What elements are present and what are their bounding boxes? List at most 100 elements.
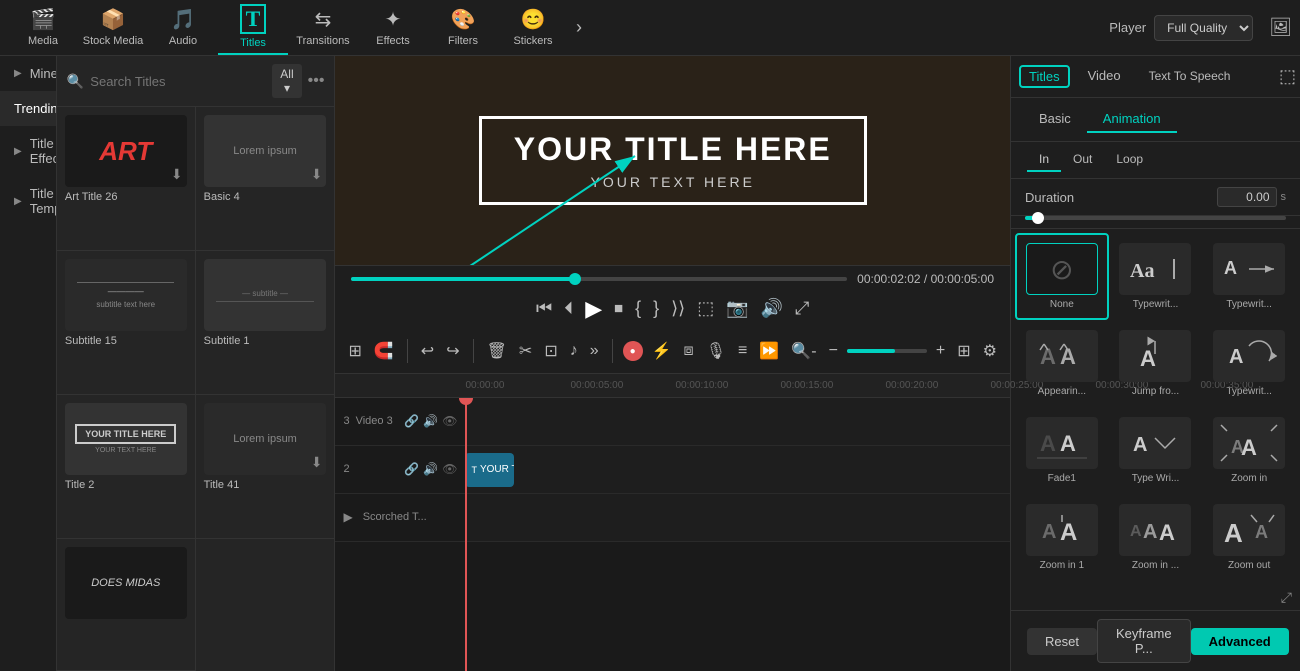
toolbar-more[interactable]: › [568,17,590,38]
frame-back-button[interactable]: ⏴ [564,298,573,319]
title-card-title2[interactable]: YOUR TITLE HERE YOUR TEXT HERE Title 2 [57,395,196,539]
anim-none[interactable]: ⊘ None [1015,233,1109,320]
progress-bar[interactable] [351,277,847,281]
mark-in-button[interactable]: { [635,298,641,319]
screenshot-icon[interactable]: 🖼 [1269,17,1292,38]
reset-button[interactable]: Reset [1027,628,1097,655]
anim-zoom-in-2[interactable]: A A A Zoom in ... [1109,494,1203,581]
timeline-record[interactable]: ● [623,341,643,361]
skip-back-button[interactable]: ⏮ [536,298,552,319]
anim-type-write4[interactable]: A Type Wri... [1109,407,1203,494]
download-icon[interactable]: ⬇ [171,166,183,183]
timeline-add-track[interactable]: ⊞ [345,338,364,364]
expand-icon[interactable]: ⤢ [1281,589,1292,606]
search-input[interactable] [90,74,266,89]
timeline-effects-btn[interactable]: ⚡ [649,338,675,364]
timeline-grid-button[interactable]: ⊞ [954,338,973,364]
anim-zoom-in[interactable]: A A Zoom in [1202,407,1296,494]
zoom-out-button[interactable]: − [826,339,841,363]
timeline-zoom-out-btn[interactable]: 🔍- [788,338,819,364]
anim-fade1[interactable]: A A Fade1 [1015,407,1109,494]
anim-typewrite2[interactable]: A Typewrit... [1202,233,1296,320]
timeline-redo[interactable]: ↪ [443,338,462,364]
timeline-detach[interactable]: ⧈ [681,339,697,363]
sidebar-item-title-templates[interactable]: ▶ Title Templates [0,176,56,226]
sidebar-item-mine[interactable]: ▶ Mine [0,56,56,91]
keyframe-button[interactable]: Keyframe P... [1097,619,1191,663]
timeline-undo[interactable]: ↩ [418,338,437,364]
title-card-subtitle1[interactable]: — subtitle — Subtitle 1 [196,251,335,395]
player-bar: Player Full Quality 🖼 [1109,15,1292,41]
anim-jump-from[interactable]: A Jump fro... [1109,320,1203,407]
play-button[interactable]: ▶ [585,296,602,322]
mark-out-button[interactable]: } [653,298,659,319]
download-icon[interactable]: ⬇ [311,166,323,183]
toolbar-audio[interactable]: 🎵 Audio [148,1,218,55]
title-card-midas[interactable]: DOES MIDAS [57,539,196,671]
anim-appearing[interactable]: A A Appearin... [1015,320,1109,407]
timeline-subtitle[interactable]: ≡ [735,339,750,363]
stop-button[interactable]: ⏹ [614,298,623,319]
snapshot-button[interactable]: 📷 [726,298,748,319]
sidebar-item-trending[interactable]: Trending [0,91,56,126]
playhead[interactable] [465,398,467,671]
duration-slider-track[interactable] [1025,216,1286,220]
tab-text-to-speech[interactable]: Text To Speech [1135,57,1245,97]
duration-input[interactable] [1217,187,1277,207]
sidebar-item-title-effects[interactable]: ▶ Title Effects [0,126,56,176]
text-clip[interactable]: T YOUR TEXT [465,453,514,487]
track-row-video3: 3 Video 3 🔗 🔊 👁 [335,398,1010,446]
audio-button[interactable]: 🔊 [761,298,783,319]
timeline-speed[interactable]: ⏩ [756,338,782,364]
track-link-icon[interactable]: 🔗 [404,414,419,428]
anim-tab-animation[interactable]: Animation [1087,106,1177,133]
track-audio-icon[interactable]: 🔊 [423,462,438,476]
quality-select[interactable]: Full Quality [1154,15,1253,41]
subtab-out[interactable]: Out [1061,148,1104,172]
advanced-button[interactable]: Advanced [1191,628,1289,655]
send-button[interactable]: ⟩⟩ [671,298,685,319]
anim-tab-basic[interactable]: Basic [1023,106,1087,133]
caption-button[interactable]: ⬚ [697,298,714,319]
toolbar-titles[interactable]: T Titles [218,1,288,55]
timeline-voice[interactable]: 🎙 [703,338,729,364]
track-eye-icon[interactable]: 👁 [442,462,457,476]
panel-more-button[interactable]: ••• [308,72,325,90]
title-card-art26[interactable]: ART ⬇ Art Title 26 [57,107,196,251]
track-audio-icon[interactable]: 🔊 [423,414,438,428]
tab-video[interactable]: Video [1074,56,1135,97]
anim-typewrite3[interactable]: A Typewrit... [1202,320,1296,407]
toolbar-stock-media[interactable]: 📦 Stock Media [78,1,148,55]
toolbar-stickers[interactable]: 😊 Stickers [498,1,568,55]
timeline-split[interactable]: ✂ [516,338,535,364]
timeline-magnet[interactable]: 🧲 [371,338,397,364]
toolbar-filters[interactable]: 🎨 Filters [428,1,498,55]
toolbar-effects[interactable]: ✦ Effects [358,1,428,55]
tab-titles[interactable]: Titles [1019,65,1070,88]
title-card-subtitle15[interactable]: ———— subtitle text here Subtitle 15 [57,251,196,395]
track-link-icon[interactable]: 🔗 [404,462,419,476]
zoom-in-button[interactable]: + [933,339,948,363]
timeline-more[interactable]: » [587,339,602,363]
anim-zoom-out[interactable]: A A Zoom out [1202,494,1296,581]
track-eye-icon[interactable]: 👁 [442,414,457,428]
fullscreen-button[interactable]: ⤢ [795,298,809,319]
timeline-audio-detach[interactable]: ♪ [567,339,581,363]
anim-zoom-in-1[interactable]: A A Zoom in 1 [1015,494,1109,581]
sidebar-templates-arrow: ▶ [14,196,22,207]
filter-button[interactable]: All ▾ [272,64,301,98]
subtab-in[interactable]: In [1027,148,1061,172]
download-icon[interactable]: ⬇ [311,454,323,471]
timeline-settings[interactable]: ⚙ [980,338,1000,364]
toolbar-media[interactable]: 🎬 Media [8,1,78,55]
title-card-basic4[interactable]: Lorem ipsum ⬇ Basic 4 [196,107,335,251]
toolbar-transitions[interactable]: ⇆ Transitions [288,1,358,55]
anim-typewrite1[interactable]: Aa Typewrit... [1109,233,1203,320]
sidebar-mine-arrow: ▶ [14,68,22,79]
title-card-title41[interactable]: Lorem ipsum ⬇ Title 41 [196,395,335,539]
export-icon[interactable]: ⬚ [1279,66,1296,87]
timeline-delete[interactable]: 🗑 [484,338,510,364]
subtab-loop[interactable]: Loop [1104,148,1155,172]
timeline-crop[interactable]: ⊡ [541,338,560,364]
zoom-slider[interactable] [847,349,927,353]
